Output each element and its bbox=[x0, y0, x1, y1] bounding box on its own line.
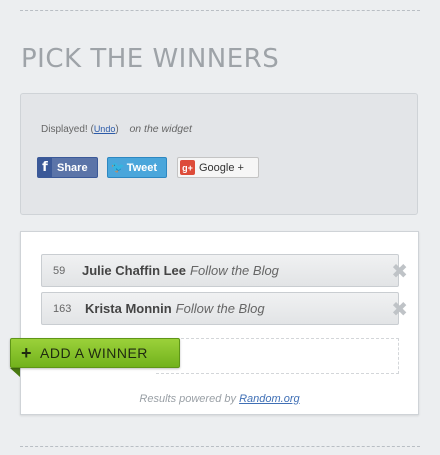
winner-name: Julie Chaffin Lee bbox=[82, 263, 187, 278]
winner-entry: Follow the Blog bbox=[175, 301, 265, 316]
winner-name: Krista Monnin bbox=[85, 301, 172, 316]
google-plus-icon: g+ bbox=[180, 160, 195, 175]
google-plus-label: Google + bbox=[199, 161, 244, 174]
facebook-icon: f bbox=[38, 158, 52, 177]
widget-text: on the widget bbox=[129, 123, 192, 135]
add-winner-ribbon-fold bbox=[10, 368, 20, 377]
page-title: PICK THE WINNERS bbox=[21, 44, 280, 74]
share-panel: Displayed! (Undo) on the widget f Share … bbox=[20, 93, 418, 215]
winner-row[interactable]: 59 Julie Chaffin Lee Follow the Blog ✖ bbox=[41, 254, 408, 287]
add-winner-button[interactable]: + ADD A WINNER bbox=[10, 338, 180, 368]
top-divider bbox=[20, 10, 420, 11]
winner-number: 59 bbox=[53, 264, 66, 277]
facebook-share-label: Share bbox=[57, 161, 88, 174]
displayed-status: Displayed! (Undo) on the widget bbox=[41, 123, 192, 135]
powered-by: Results powered by Random.org bbox=[21, 393, 418, 405]
winner-number: 163 bbox=[53, 302, 72, 315]
displayed-text: Displayed! bbox=[41, 124, 88, 135]
tweet-button[interactable]: 🐦 Tweet bbox=[107, 157, 167, 178]
twitter-bird-icon: 🐦 bbox=[111, 162, 125, 174]
empty-winner-slot bbox=[156, 338, 399, 374]
google-plus-button[interactable]: g+ Google + bbox=[177, 157, 259, 178]
facebook-share-button[interactable]: f Share bbox=[37, 157, 98, 178]
undo-link[interactable]: Undo bbox=[94, 124, 116, 134]
remove-winner-icon[interactable]: ✖ bbox=[391, 261, 408, 281]
plus-icon: + bbox=[21, 343, 33, 363]
add-winner-label: ADD A WINNER bbox=[40, 345, 148, 361]
tweet-label: Tweet bbox=[126, 161, 158, 174]
winners-panel: 59 Julie Chaffin Lee Follow the Blog ✖ 1… bbox=[20, 231, 419, 415]
random-org-link[interactable]: Random.org bbox=[239, 393, 300, 405]
winner-entry: Follow the Blog bbox=[190, 263, 279, 278]
remove-winner-icon[interactable]: ✖ bbox=[391, 299, 408, 319]
powered-by-text: Results powered by bbox=[139, 393, 236, 405]
winner-row[interactable]: 163 Krista Monnin Follow the Blog ✖ bbox=[41, 292, 408, 325]
bottom-divider bbox=[20, 446, 420, 447]
